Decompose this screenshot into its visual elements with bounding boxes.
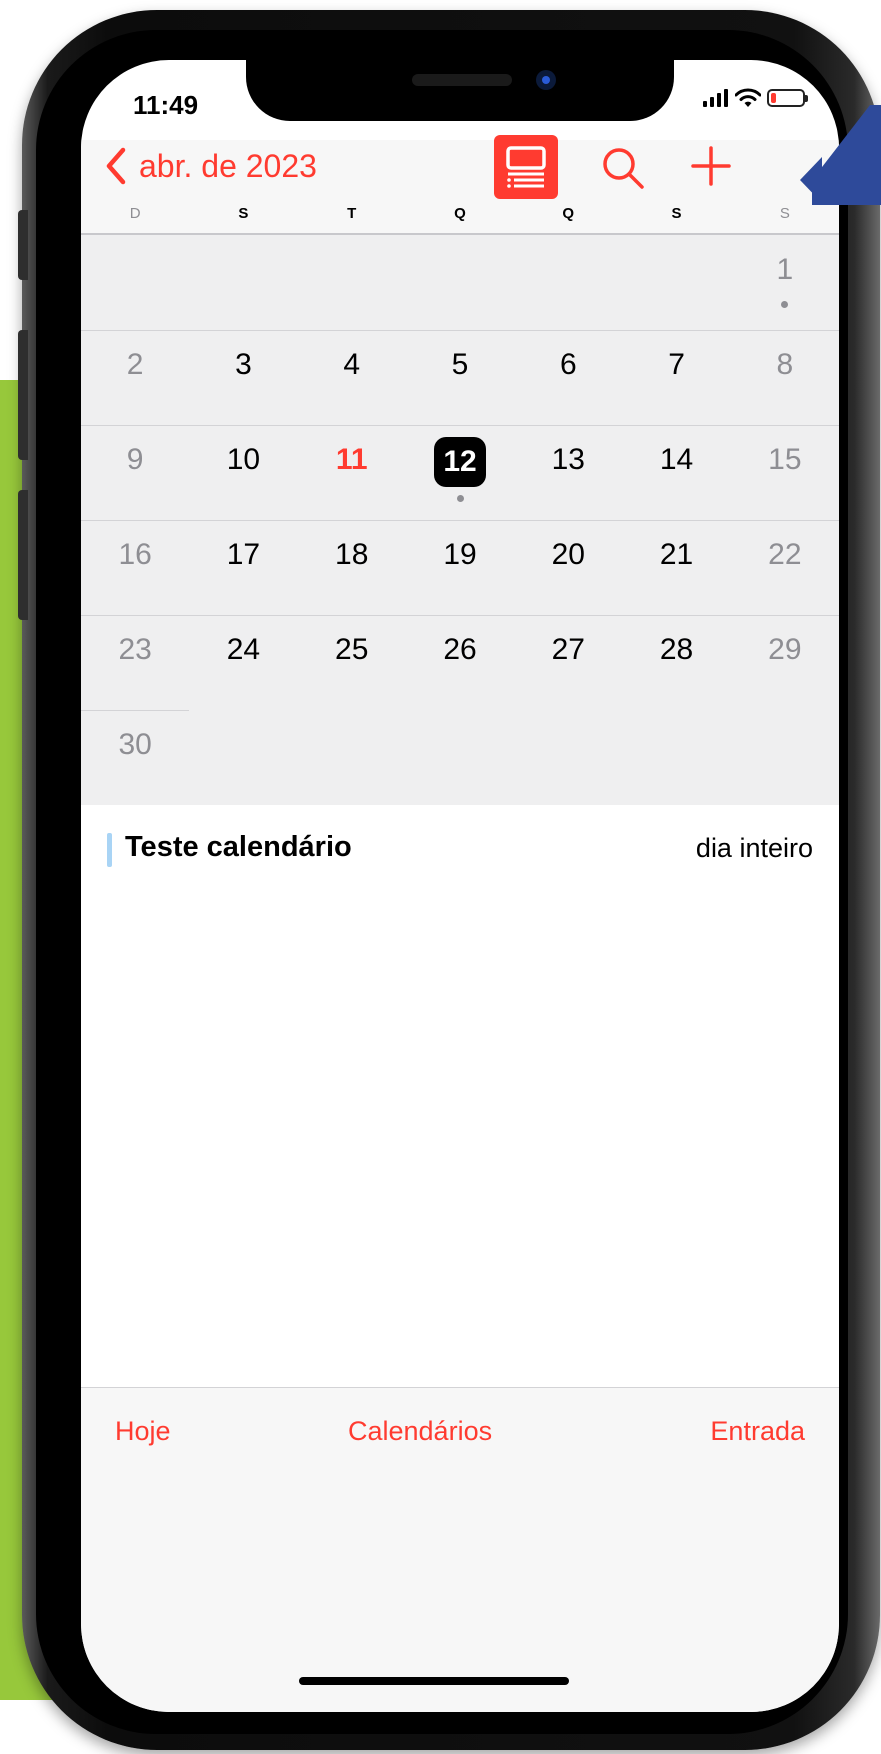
calendar-day[interactable]: 25 — [306, 633, 398, 667]
calendar-day[interactable]: 28 — [631, 633, 723, 667]
weekday-friday: S — [671, 205, 682, 222]
status-time: 11:49 — [133, 90, 199, 120]
inbox-button[interactable]: Entrada — [710, 1416, 805, 1447]
selected-day[interactable]: 12 — [434, 437, 486, 487]
calendars-button[interactable]: Calendários — [348, 1416, 492, 1447]
weekday-monday: S — [238, 205, 249, 222]
weekday-thursday: Q — [562, 205, 575, 222]
callout-arrow — [800, 105, 881, 205]
event-dot — [781, 301, 789, 308]
month-grid: 1 2 3 4 5 6 7 8 9 10 11 12 13 14 15 16 17 18 19 20 21 22 23 24 2… — [81, 233, 839, 807]
volume-up-button — [18, 330, 28, 460]
calendar-day[interactable]: 9 — [89, 443, 181, 477]
week-row: 16 17 18 19 20 21 22 — [81, 520, 839, 615]
today-day[interactable]: 11 — [306, 443, 398, 477]
front-camera — [536, 70, 556, 90]
weekday-wednesday: Q — [454, 205, 466, 222]
list-view-icon — [506, 146, 546, 188]
volume-down-button — [18, 490, 28, 620]
back-chevron-icon[interactable] — [103, 146, 129, 186]
wifi-icon — [735, 88, 761, 107]
calendar-day[interactable]: 3 — [197, 348, 289, 382]
speaker-grille — [412, 74, 512, 86]
weekday-saturday: S — [779, 205, 790, 222]
event-list: Teste calendário dia inteiro — [81, 805, 839, 1385]
status-icons — [703, 88, 808, 108]
calendar-day[interactable]: 23 — [89, 633, 181, 667]
calendar-day[interactable]: 5 — [414, 348, 506, 382]
calendar-day[interactable]: 1 — [739, 253, 831, 287]
calendar-day[interactable]: 8 — [739, 348, 831, 382]
back-month-button[interactable]: abr. de 2023 — [139, 148, 317, 185]
event-color-bar — [107, 833, 112, 867]
calendar-day[interactable]: 21 — [631, 538, 723, 572]
mute-switch — [18, 210, 28, 280]
calendar-day[interactable]: 24 — [197, 633, 289, 667]
week-row: 30 — [81, 710, 839, 805]
calendar-day[interactable]: 19 — [414, 538, 506, 572]
calendar-day[interactable]: 15 — [739, 443, 831, 477]
weekday-header: D S T Q Q S S — [81, 205, 839, 233]
search-icon[interactable] — [601, 146, 645, 190]
signal-icon — [703, 89, 728, 107]
week-row: 9 10 11 12 13 14 15 — [81, 425, 839, 520]
calendar-day[interactable]: 14 — [631, 443, 723, 477]
notch — [246, 60, 674, 121]
calendar-day[interactable]: 13 — [522, 443, 614, 477]
calendar-day[interactable]: 7 — [631, 348, 723, 382]
calendar-day[interactable]: 27 — [522, 633, 614, 667]
list-view-button[interactable] — [494, 135, 558, 199]
calendar-day[interactable]: 29 — [739, 633, 831, 667]
event-title[interactable]: Teste calendário — [125, 831, 352, 864]
event-dot — [456, 495, 464, 502]
week-row: 23 24 25 26 27 28 29 — [81, 615, 839, 710]
calendar-day[interactable]: 26 — [414, 633, 506, 667]
calendar-day[interactable]: 20 — [522, 538, 614, 572]
event-time: dia inteiro — [695, 833, 813, 863]
calendar-day[interactable]: 30 — [89, 728, 181, 762]
calendar-day[interactable]: 22 — [739, 538, 831, 572]
weekday-tuesday: T — [347, 205, 357, 222]
calendar-day[interactable]: 16 — [89, 538, 181, 572]
home-indicator — [299, 1677, 569, 1685]
phone-screen: 11:49 abr. de 2023 D S T Q Q S S 1 2 3 4… — [81, 60, 839, 1712]
calendar-day[interactable]: 17 — [197, 538, 289, 572]
calendar-day[interactable]: 10 — [197, 443, 289, 477]
add-icon[interactable] — [689, 144, 733, 188]
weekday-sunday: D — [129, 205, 141, 222]
calendar-day[interactable]: 4 — [306, 348, 398, 382]
bottom-toolbar: Hoje Calendários Entrada — [81, 1387, 839, 1712]
week-row: 2345678 — [81, 330, 839, 425]
calendar-day[interactable]: 18 — [306, 538, 398, 572]
today-button[interactable]: Hoje — [115, 1416, 171, 1447]
calendar-day[interactable]: 6 — [522, 348, 614, 382]
calendar-day[interactable]: 2 — [89, 348, 181, 382]
week-row: 1 — [81, 235, 839, 330]
